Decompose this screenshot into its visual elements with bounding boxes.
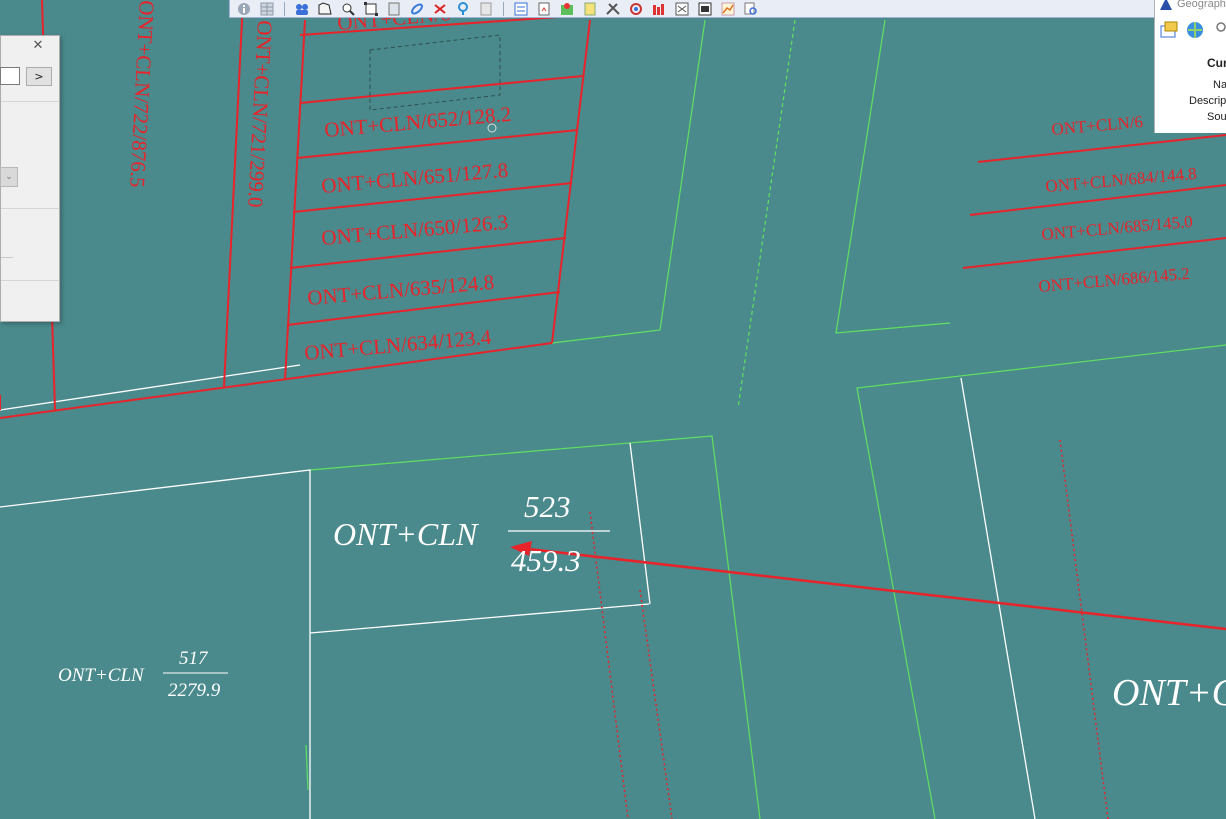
info-icon[interactable]: [236, 2, 252, 16]
map-toolbar: [229, 0, 1155, 18]
panel-title: Geograph: [1177, 0, 1226, 10]
chart-bars-icon[interactable]: [651, 2, 667, 16]
parcel-517-number: 517: [179, 648, 209, 669]
line-chart-icon[interactable]: [720, 2, 736, 16]
layers-icon[interactable]: [582, 2, 598, 16]
pin-tool-icon[interactable]: [1211, 20, 1226, 40]
parcel-label-partial-right: ONT+C: [1112, 672, 1226, 714]
dialog-go-button[interactable]: >: [26, 67, 52, 86]
properties-icon[interactable]: [1159, 20, 1179, 40]
geography-panel: Geograph Cur Na Descript Sou: [1154, 0, 1226, 133]
panel-heading: Cur: [1207, 56, 1226, 70]
dialog-divider-1: [1, 101, 59, 102]
dialog-search-input[interactable]: [0, 67, 20, 85]
window-icon[interactable]: [697, 2, 713, 16]
panel-title-bar: Geograph: [1159, 0, 1226, 11]
tools-icon[interactable]: [605, 2, 621, 16]
search-dialog: ✕ > ⌄: [0, 35, 60, 322]
parcel-517-land-type: ONT+CLN: [58, 665, 145, 686]
clear-selection-icon[interactable]: [432, 2, 448, 16]
panel-toolbar: [1159, 20, 1226, 40]
pin-icon[interactable]: [455, 1, 471, 16]
field-description-label: Descript: [1189, 95, 1226, 107]
parcel-523-number: 523: [524, 489, 571, 524]
parcel-517-area: 2279.9: [168, 680, 221, 701]
field-name-label: Na: [1213, 79, 1226, 91]
table-icon[interactable]: [259, 2, 275, 16]
swap-icon[interactable]: [674, 2, 690, 16]
zoom-icon[interactable]: [340, 2, 356, 16]
dialog-divider-4: [1, 280, 59, 281]
field-source-label: Sou: [1207, 111, 1226, 123]
parcel-523-area: 459.3: [511, 543, 581, 578]
app-logo-icon: [1160, 0, 1172, 10]
list-icon[interactable]: [513, 2, 529, 16]
parcel-523-land-type: ONT+CLN: [333, 516, 479, 552]
search-icon[interactable]: [743, 2, 759, 16]
map-globe-icon[interactable]: [559, 2, 575, 16]
users-icon[interactable]: [294, 2, 310, 16]
close-icon[interactable]: ✕: [31, 39, 45, 53]
book-icon[interactable]: [386, 2, 402, 16]
dialog-divider-3: [1, 257, 13, 258]
export-icon[interactable]: [536, 2, 552, 16]
full-extent-icon[interactable]: [363, 1, 379, 16]
dialog-divider-2: [1, 208, 59, 209]
link-icon[interactable]: [409, 2, 425, 16]
layer-icon[interactable]: [478, 2, 494, 16]
select-feature-icon[interactable]: [317, 1, 333, 16]
globe-icon[interactable]: [1185, 20, 1205, 40]
target-icon[interactable]: [628, 2, 644, 16]
chevron-down-icon[interactable]: ⌄: [0, 167, 18, 187]
map-canvas[interactable]: ONT+CLN/6 ONT+CLN/652/128.2 ONT+CLN/651/…: [0, 0, 1226, 819]
